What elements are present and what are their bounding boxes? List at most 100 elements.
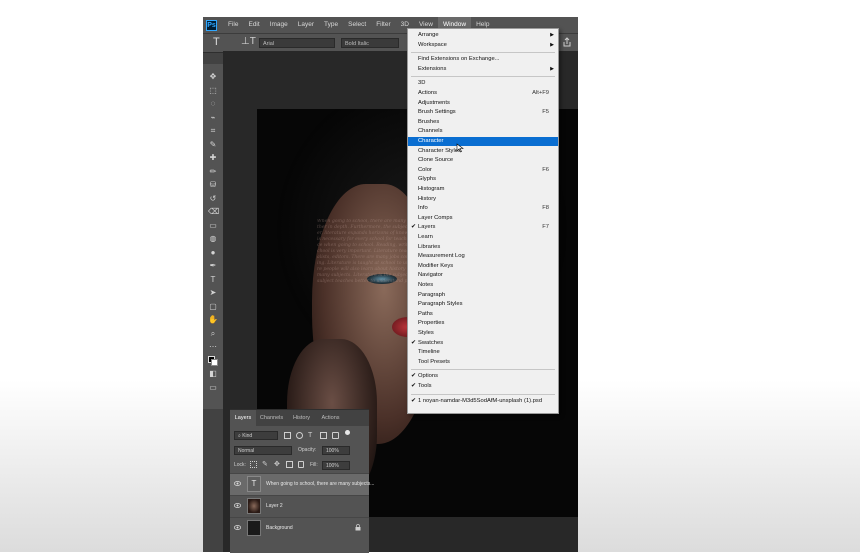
window-menu-item-layers[interactable]: ✔ Layers F7 [408, 223, 558, 232]
window-menu-item-paragraph[interactable]: Paragraph [408, 291, 558, 300]
window-menu-item-glyphs[interactable]: Glyphs [408, 175, 558, 184]
layer-row[interactable]: T When going to school, there are many su… [230, 473, 374, 495]
menu-edit[interactable]: Edit [243, 17, 264, 33]
menu-image[interactable]: Image [265, 17, 293, 33]
window-menu-item-brushes[interactable]: Brushes [408, 118, 558, 127]
lock-all-icon[interactable] [298, 461, 304, 468]
path-selection-tool-icon[interactable]: ➤ [208, 288, 218, 298]
window-menu-item-find-extensions-on-exchange[interactable]: Find Extensions on Exchange... [408, 55, 558, 64]
screen-mode-icon[interactable]: ▭ [208, 383, 218, 393]
blend-mode-select[interactable]: Normal [234, 446, 292, 455]
clone-stamp-tool-icon[interactable]: ⛁ [208, 180, 218, 190]
type-tool-preset-icon[interactable]: T [213, 36, 220, 48]
visibility-eye-icon[interactable] [234, 481, 241, 486]
quick-select-tool-icon[interactable]: ⌁ [208, 113, 218, 123]
window-menu-item-swatches[interactable]: ✔ Swatches [408, 339, 558, 348]
window-menu-item-modifier-keys[interactable]: Modifier Keys [408, 262, 558, 271]
smart-object-filter-icon[interactable] [332, 432, 339, 439]
font-family-select[interactable]: Arial [259, 38, 335, 48]
window-menu-item-info[interactable]: Info F8 [408, 204, 558, 213]
tab-actions[interactable]: Actions [316, 410, 345, 426]
layer-row[interactable]: Layer 2 [230, 495, 369, 517]
window-menu-item-paths[interactable]: Paths [408, 310, 558, 319]
type-tool-icon[interactable]: T [208, 275, 218, 285]
gradient-tool-icon[interactable]: ▭ [208, 221, 218, 231]
brush-tool-icon[interactable]: ✏ [208, 167, 218, 177]
window-menu-item-measurement-log[interactable]: Measurement Log [408, 252, 558, 261]
tab-channels[interactable]: Channels [256, 410, 287, 426]
pen-tool-icon[interactable]: ✒ [208, 261, 218, 271]
window-menu-item-learn[interactable]: Learn [408, 233, 558, 242]
crop-tool-icon[interactable]: ⌗ [208, 126, 218, 136]
lock-pixels-icon[interactable]: ✎ [262, 461, 269, 468]
layer-row[interactable]: Background [230, 517, 369, 539]
menu-filter[interactable]: Filter [371, 17, 395, 33]
window-menu-item-workspace[interactable]: Workspace ▶ [408, 41, 558, 50]
window-menu-item-1-noyan-namdar-m3d5sodafm-unsplash-1-psd[interactable]: ✔ 1 noyan-namdar-M3d5SodAfM-unsplash (1).… [408, 397, 558, 406]
window-menu-item-navigator[interactable]: Navigator [408, 271, 558, 280]
dodge-tool-icon[interactable]: ● [208, 248, 218, 258]
window-menu-item-timeline[interactable]: Timeline [408, 348, 558, 357]
window-menu-item-character[interactable]: Character [408, 137, 558, 146]
lock-transparent-icon[interactable] [250, 461, 257, 468]
window-menu-item-tool-presets[interactable]: Tool Presets [408, 358, 558, 367]
window-menu-item-brush-settings[interactable]: Brush Settings F5 [408, 108, 558, 117]
layer-thumbnail [247, 498, 261, 514]
marquee-tool-icon[interactable]: ⬚ [208, 86, 218, 96]
window-menu-item-clone-source[interactable]: Clone Source [408, 156, 558, 165]
menu-layer[interactable]: Layer [293, 17, 319, 33]
opacity-input[interactable]: 100% [322, 446, 350, 455]
lock-artboard-icon[interactable] [286, 461, 293, 468]
hand-tool-icon[interactable]: ✋ [208, 315, 218, 325]
window-menu-item-actions[interactable]: Actions Alt+F9 [408, 89, 558, 98]
window-menu-item-paragraph-styles[interactable]: Paragraph Styles [408, 300, 558, 309]
visibility-eye-icon[interactable] [234, 525, 241, 530]
window-menu-item-options[interactable]: ✔ Options [408, 372, 558, 381]
share-icon[interactable] [562, 37, 572, 47]
font-style-select[interactable]: Bold Italic [341, 38, 399, 48]
zoom-tool-icon[interactable]: ⌕ [208, 329, 218, 339]
window-menu-item-arrange[interactable]: Arrange ▶ [408, 31, 558, 40]
pixel-filter-icon[interactable] [284, 432, 291, 439]
window-menu-item-layer-comps[interactable]: Layer Comps [408, 214, 558, 223]
window-menu-item-extensions[interactable]: Extensions ▶ [408, 65, 558, 74]
window-menu-item-adjustments[interactable]: Adjustments [408, 99, 558, 108]
window-menu-item-tools[interactable]: ✔ Tools [408, 382, 558, 391]
color-swatches-icon[interactable] [208, 355, 218, 366]
window-menu-item-channels[interactable]: Channels [408, 127, 558, 136]
text-orientation-icon[interactable]: ⊥T [241, 36, 256, 47]
window-menu-item-properties[interactable]: Properties [408, 319, 558, 328]
menu-select[interactable]: Select [343, 17, 371, 33]
lasso-tool-icon[interactable]: ◌ [208, 99, 218, 109]
window-menu-item-3d[interactable]: 3D [408, 79, 558, 88]
fill-input[interactable]: 100% [322, 461, 350, 470]
window-menu-item-history[interactable]: History [408, 195, 558, 204]
window-menu-item-histogram[interactable]: Histogram [408, 185, 558, 194]
more-tools-icon[interactable]: ⋯ [208, 342, 218, 352]
kind-filter-select[interactable]: ⌕ Kind [234, 431, 278, 440]
tab-layers[interactable]: Layers [230, 410, 256, 426]
shape-filter-icon[interactable] [320, 432, 327, 439]
history-brush-tool-icon[interactable]: ↺ [208, 194, 218, 204]
window-menu-item-color[interactable]: Color F6 [408, 166, 558, 175]
adjustment-filter-icon[interactable] [296, 432, 303, 439]
quick-mask-icon[interactable]: ◧ [208, 369, 218, 379]
visibility-eye-icon[interactable] [234, 503, 241, 508]
healing-brush-tool-icon[interactable]: ✚ [208, 153, 218, 163]
blur-tool-icon[interactable]: ◍ [208, 234, 218, 244]
tab-history[interactable]: History [287, 410, 316, 426]
window-menu-item-libraries[interactable]: Libraries [408, 243, 558, 252]
window-menu-item-notes[interactable]: Notes [408, 281, 558, 290]
eraser-tool-icon[interactable]: ⌫ [208, 207, 219, 217]
shape-tool-icon[interactable]: ▢ [208, 302, 218, 312]
window-menu-item-character-styles[interactable]: Character Styles [408, 147, 558, 156]
type-filter-icon[interactable]: T [308, 432, 315, 439]
eyedropper-tool-icon[interactable]: ✎ [208, 140, 218, 150]
text-layer-thumbnail-icon: T [247, 476, 261, 492]
menu-file[interactable]: File [223, 17, 243, 33]
window-menu-item-styles[interactable]: Styles [408, 329, 558, 338]
menu-type[interactable]: Type [319, 17, 343, 33]
filter-toggle-icon[interactable] [345, 430, 350, 435]
move-tool-icon[interactable]: ✥ [208, 72, 218, 82]
lock-position-icon[interactable]: ✥ [274, 461, 281, 468]
